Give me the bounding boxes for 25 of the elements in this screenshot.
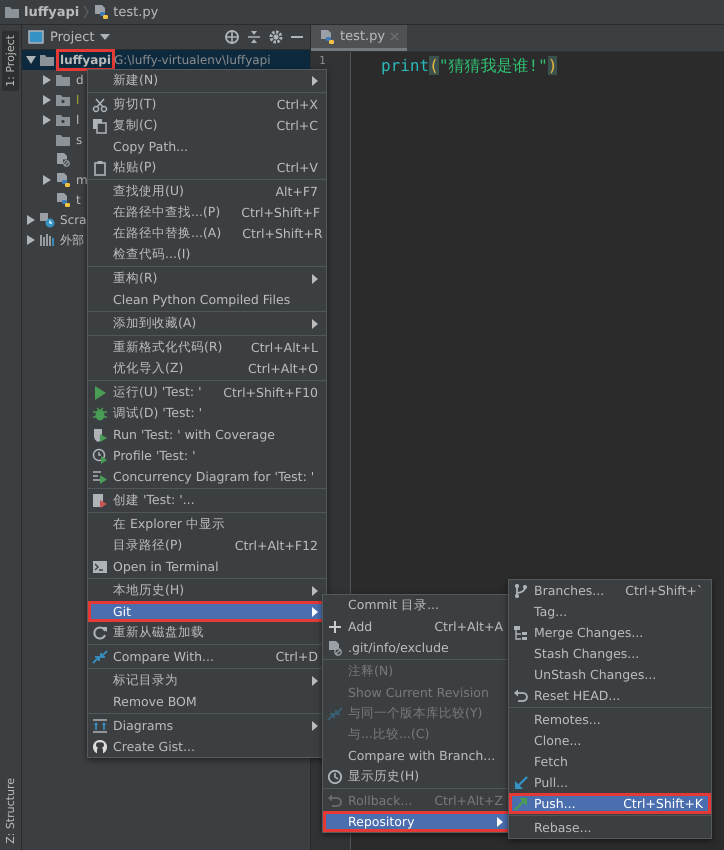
shortcut-label: Ctrl+Alt+O bbox=[248, 361, 318, 376]
tree-label: m bbox=[76, 173, 88, 187]
tree-label: l bbox=[76, 93, 80, 107]
tree-label: l bbox=[76, 113, 80, 127]
shortcut-label: Alt+F7 bbox=[275, 184, 318, 199]
shortcut-label: Ctrl+Shift+` bbox=[625, 583, 704, 598]
shortcut-label: Ctrl+V bbox=[276, 160, 318, 175]
shortcut-label: Ctrl+Shift+F bbox=[241, 205, 320, 220]
line-number: 1 bbox=[319, 54, 327, 67]
tree-label: d bbox=[76, 73, 84, 87]
tree-label: t bbox=[76, 193, 81, 207]
tree-label: s bbox=[76, 133, 82, 147]
tree-label: 外部 bbox=[60, 232, 84, 248]
tree-label: Scra bbox=[60, 213, 87, 227]
code-line: print("猜猜我是谁!") bbox=[381, 56, 558, 77]
shortcut-label: Ctrl+Alt+Z bbox=[434, 793, 503, 808]
shortcut-label: Ctrl+Shift+K bbox=[623, 796, 703, 811]
shortcut-label: Ctrl+C bbox=[276, 118, 318, 133]
shortcut-label: Ctrl+Shift+F10 bbox=[223, 385, 318, 400]
shortcut-label: Ctrl+X bbox=[276, 97, 318, 112]
shortcut-label: Ctrl+Alt+F12 bbox=[234, 538, 318, 553]
shortcut-label: Ctrl+D bbox=[276, 649, 318, 664]
shortcut-label: Ctrl+Alt+A bbox=[434, 619, 503, 634]
shortcut-label: Ctrl+Alt+L bbox=[250, 340, 318, 355]
shortcut-label: Ctrl+Shift+R bbox=[242, 226, 323, 241]
